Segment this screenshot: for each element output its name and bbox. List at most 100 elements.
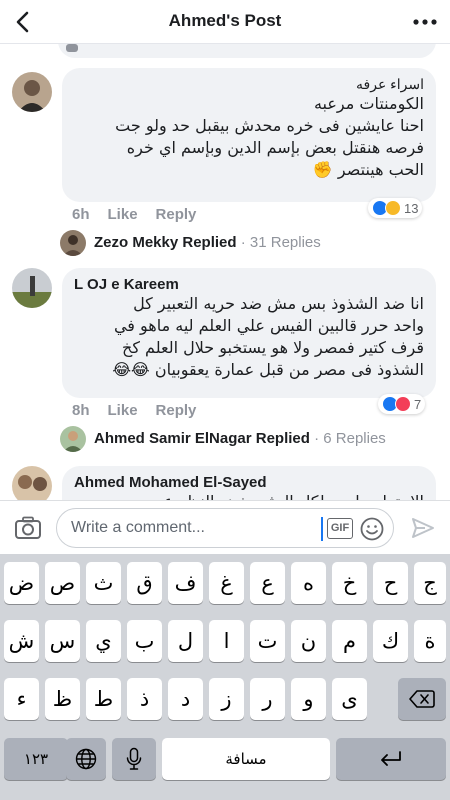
comment-line: احنا عايشين فى خره محدش بيقبل حد ولو جت — [115, 116, 424, 135]
replied-label: Replied — [182, 234, 237, 251]
comment-line: الحب هينتصر ✊ — [312, 160, 424, 179]
more-options-button[interactable] — [410, 8, 440, 36]
profile-photo — [60, 426, 86, 452]
comment-author[interactable]: Ahmed Mohamed El-Sayed — [74, 474, 424, 491]
return-key[interactable] — [336, 738, 446, 780]
text-cursor — [321, 517, 323, 541]
key[interactable]: و — [291, 678, 326, 720]
arabic-keyboard: ض ص ث ق ف غ ع ه خ ح ج ش س ي ب ل ا ت ن م … — [0, 554, 450, 800]
globe-key[interactable] — [66, 738, 106, 780]
comment-line: قرف كتير فمصر ولا هو يستخبو حلال العلم ك… — [122, 338, 424, 357]
key[interactable]: غ — [209, 562, 244, 604]
comment-actions: 8h Like Reply — [72, 402, 214, 419]
backspace-icon — [409, 690, 435, 708]
reaction-count: 13 — [404, 200, 419, 216]
comments-feed[interactable]: اسراء عرفه الكومنتات مرعبه احنا عايشين ف… — [0, 44, 450, 500]
like-button[interactable]: Like — [108, 402, 138, 419]
camera-button[interactable] — [14, 515, 42, 541]
key[interactable]: ص — [45, 562, 80, 604]
delete-key[interactable] — [398, 678, 446, 720]
key[interactable]: ث — [86, 562, 121, 604]
profile-photo — [12, 268, 52, 308]
key[interactable]: ل — [168, 620, 203, 662]
profile-photo — [12, 72, 52, 112]
key[interactable]: ا — [209, 620, 244, 662]
gif-button[interactable]: GIF — [327, 518, 353, 539]
key[interactable]: ء — [4, 678, 39, 720]
dictation-key[interactable] — [112, 738, 156, 780]
avatar[interactable] — [12, 72, 52, 112]
key[interactable]: م — [332, 620, 367, 662]
key[interactable]: ة — [414, 620, 446, 662]
profile-photo — [60, 230, 86, 256]
space-key[interactable]: مسافة — [162, 738, 330, 780]
key[interactable]: ه — [291, 562, 326, 604]
send-button[interactable] — [410, 515, 436, 541]
key[interactable]: ش — [4, 620, 39, 662]
comment-author[interactable]: L OJ e Kareem — [74, 276, 424, 293]
reply-button[interactable]: Reply — [156, 206, 197, 223]
replied-label: Replied — [255, 430, 310, 447]
comment-bubble[interactable]: اسراء عرفه الكومنتات مرعبه احنا عايشين ف… — [62, 68, 436, 202]
ellipsis-icon — [413, 19, 437, 25]
key[interactable]: ع — [250, 562, 285, 604]
emoji-button[interactable] — [359, 516, 385, 542]
key[interactable]: ن — [291, 620, 326, 662]
comment-line: الاحترام واجب لكل البشر بغض النظر عن — [74, 491, 424, 500]
love-reaction-icon — [395, 396, 411, 412]
microphone-icon — [126, 747, 142, 770]
key[interactable]: ق — [127, 562, 162, 604]
reaction-summary[interactable]: 7 — [378, 394, 426, 414]
previous-comment-icon — [66, 44, 78, 52]
comment-input-wrapper[interactable]: GIF — [56, 508, 394, 548]
key[interactable]: ز — [209, 678, 244, 720]
comment-composer: GIF — [0, 500, 450, 554]
smiley-icon — [360, 517, 384, 541]
key[interactable]: ظ — [45, 678, 80, 720]
key[interactable]: س — [45, 620, 80, 662]
reaction-count: 7 — [414, 396, 422, 412]
key[interactable]: ج — [414, 562, 446, 604]
return-icon — [381, 751, 401, 766]
key[interactable]: ى — [332, 678, 367, 720]
key[interactable]: ب — [127, 620, 162, 662]
comment-actions: 6h Like Reply — [72, 206, 214, 223]
key[interactable]: ط — [86, 678, 121, 720]
key[interactable]: ض — [4, 562, 39, 604]
view-replies-link[interactable]: Ahmed Samir ElNagar Replied · 6 Replies — [94, 430, 386, 447]
key[interactable]: ف — [168, 562, 203, 604]
comment-author[interactable]: اسراء عرفه — [74, 76, 424, 93]
numbers-key[interactable]: ١٢٣ — [4, 738, 68, 780]
reaction-summary[interactable]: 13 — [368, 198, 423, 218]
avatar[interactable] — [12, 268, 52, 308]
comment-line: واحد حرر قالبين الفيس علي العلم ليه ماهو… — [113, 316, 424, 335]
key[interactable]: ذ — [127, 678, 162, 720]
like-button[interactable]: Like — [108, 206, 138, 223]
profile-photo — [12, 466, 52, 500]
comment-time: 8h — [72, 402, 90, 419]
reply-author: Ahmed Samir ElNagar — [94, 430, 252, 447]
comment-bubble[interactable]: L OJ e Kareem انا ضد الشذوذ بس مش ضد حري… — [62, 268, 436, 398]
reply-button[interactable]: Reply — [156, 402, 197, 419]
key[interactable]: د — [168, 678, 203, 720]
key[interactable]: ك — [373, 620, 408, 662]
reply-author: Zezo Mekky — [94, 234, 179, 251]
camera-icon — [15, 516, 41, 539]
comment-input[interactable] — [71, 517, 321, 539]
comment-bubble[interactable]: Ahmed Mohamed El-Sayed الاحترام واجب لكل… — [62, 466, 436, 500]
comment-line: الكومنتات مرعبه — [313, 94, 424, 113]
view-replies-link[interactable]: Zezo Mekky Replied · 31 Replies — [94, 234, 321, 251]
key[interactable]: ي — [86, 620, 121, 662]
avatar[interactable] — [12, 466, 52, 500]
key[interactable]: ح — [373, 562, 408, 604]
comment-time: 6h — [72, 206, 90, 223]
key[interactable]: خ — [332, 562, 367, 604]
replies-count: · 31 Replies — [240, 234, 321, 251]
comment-line: الشذوذ فى مصر من قبل عمارة يعقوبيان 😂😂 — [112, 360, 424, 379]
reply-avatar[interactable] — [60, 230, 86, 256]
globe-icon — [75, 748, 97, 770]
reply-avatar[interactable] — [60, 426, 86, 452]
key[interactable]: ر — [250, 678, 285, 720]
previous-comment-bubble — [58, 44, 436, 58]
key[interactable]: ت — [250, 620, 285, 662]
